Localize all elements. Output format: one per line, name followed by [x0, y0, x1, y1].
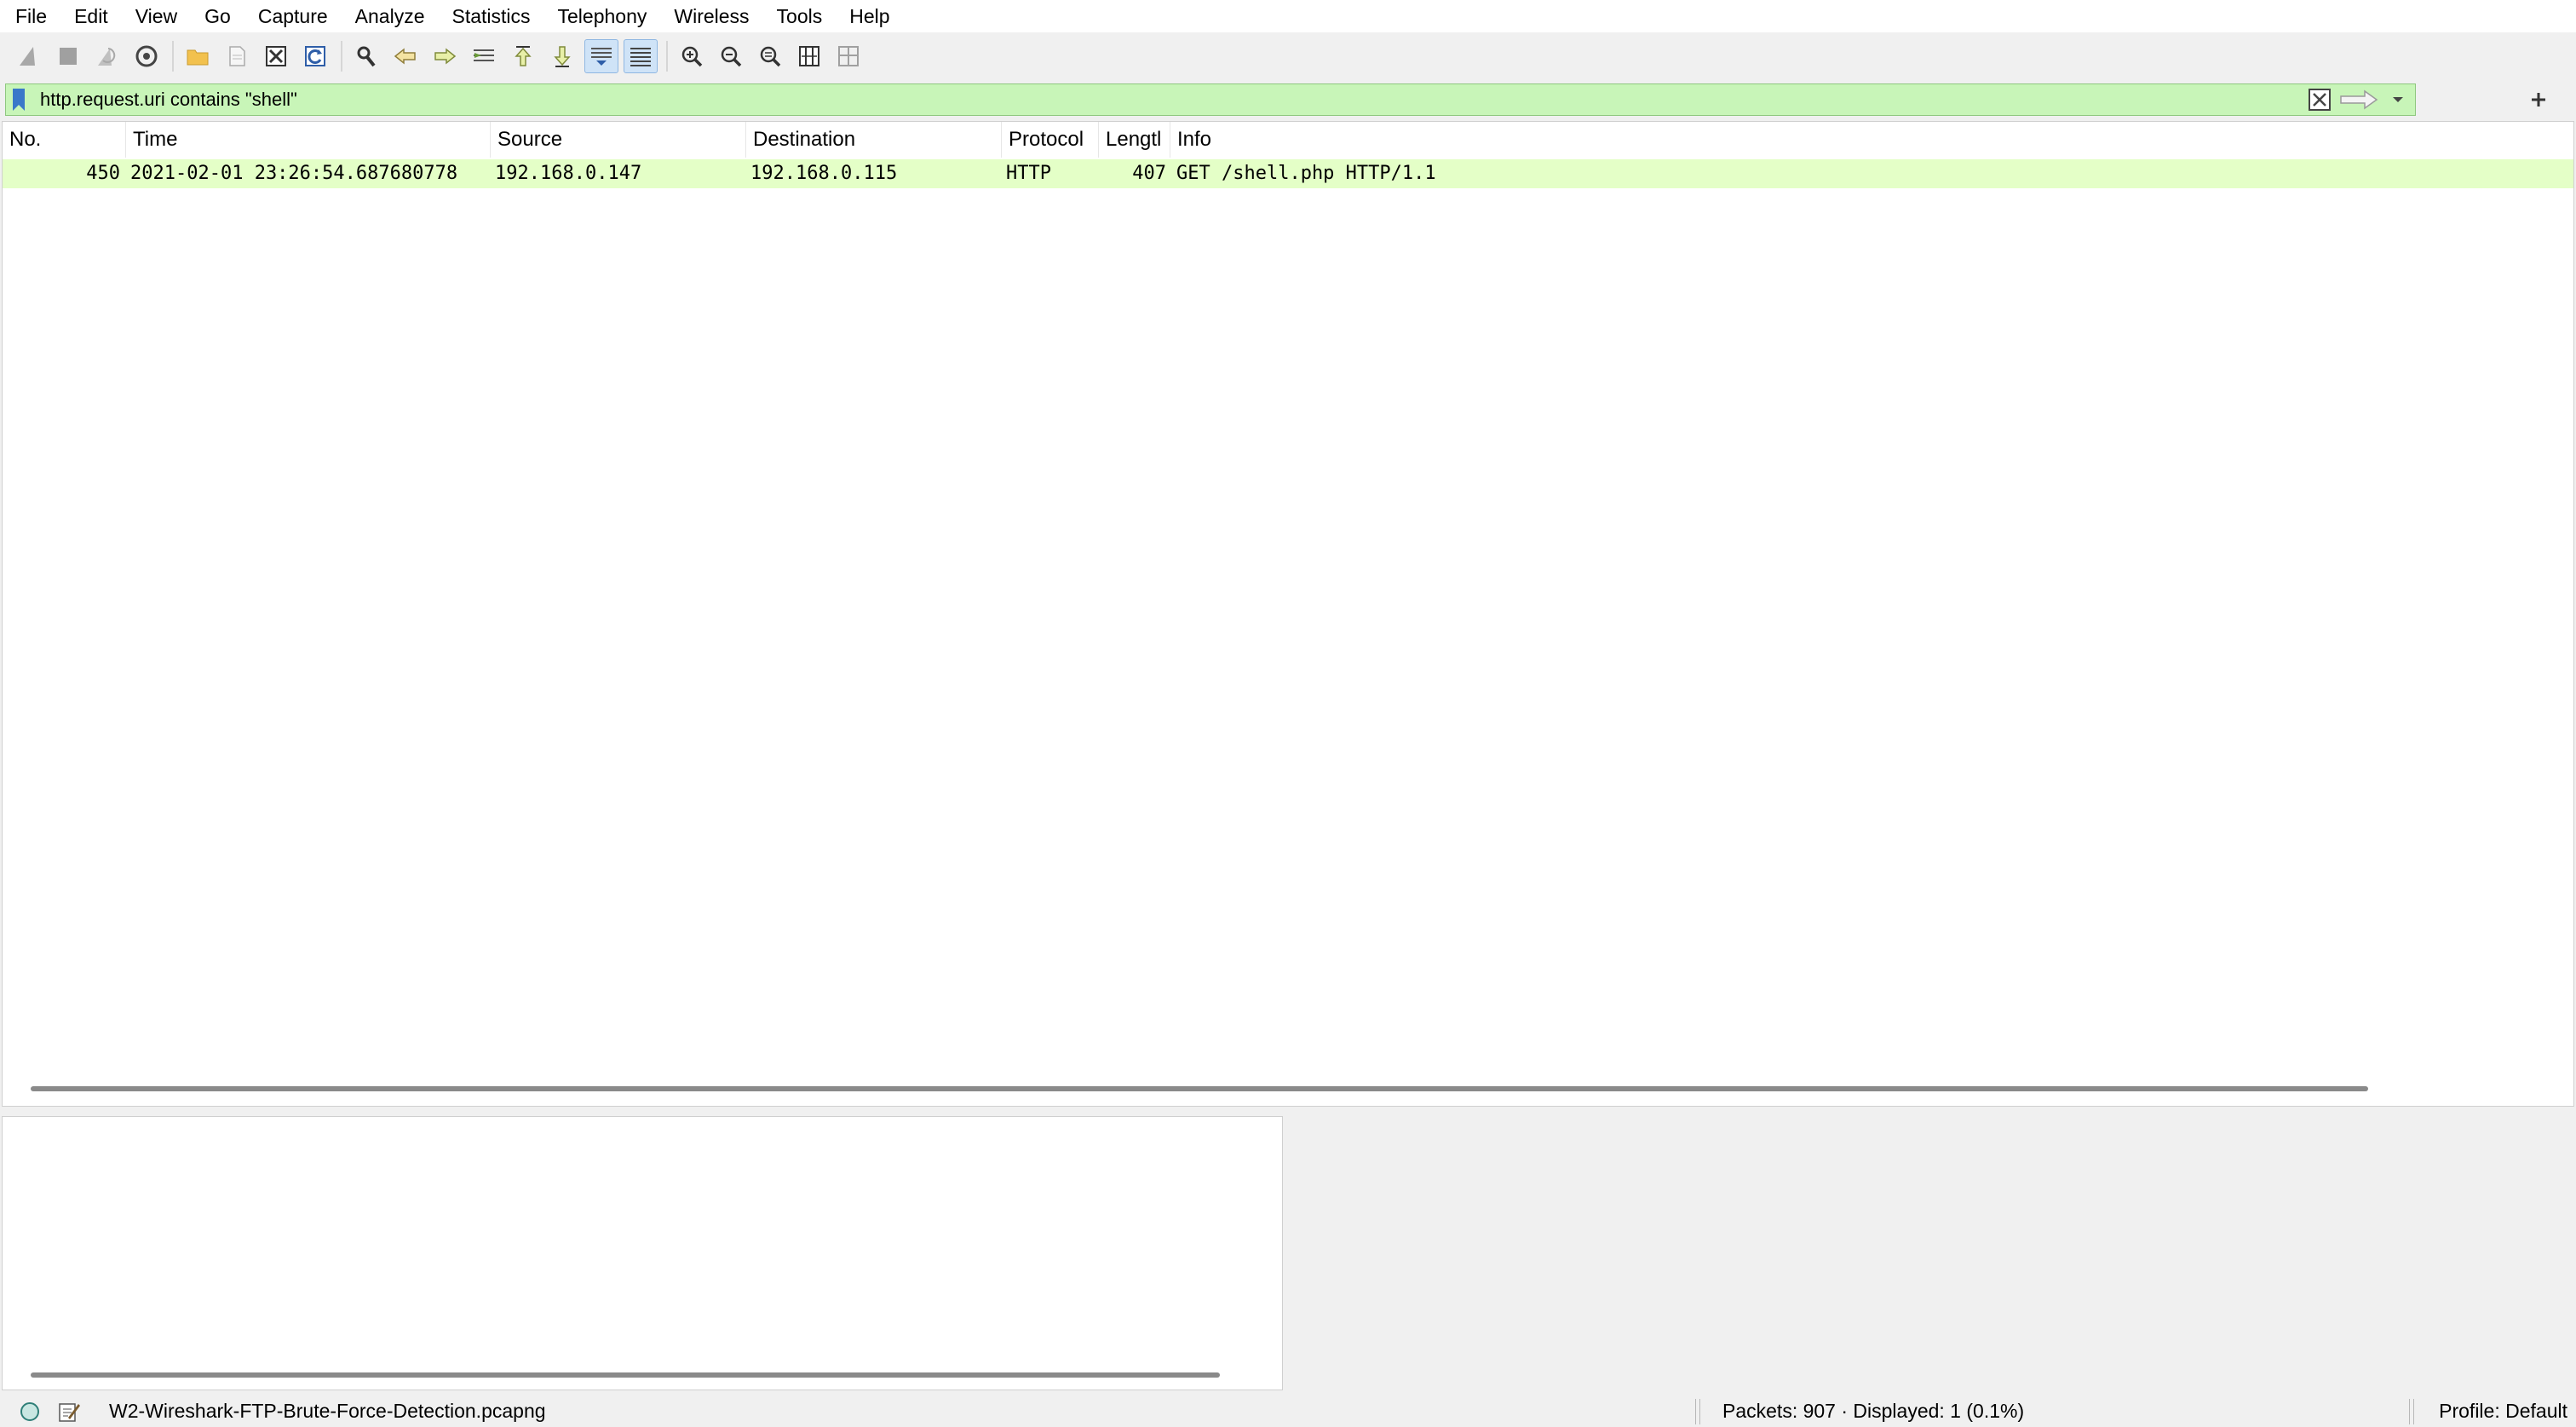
go-back-button[interactable] [388, 39, 423, 73]
packet-source: 192.168.0.147 [495, 163, 642, 184]
status-separator[interactable] [2409, 1399, 2414, 1424]
resize-columns-icon [799, 46, 819, 66]
status-profile[interactable]: Profile: Default [2439, 1395, 2567, 1427]
packet-details-pane[interactable] [2, 1116, 1283, 1390]
reload-icon [305, 46, 325, 66]
packet-destination: 192.168.0.115 [750, 163, 898, 184]
table-row[interactable]: 450 2021-02-01 23:26:54.687680778 192.16… [3, 159, 2573, 188]
plus-icon [2532, 93, 2545, 106]
arrow-right-icon [2340, 89, 2378, 110]
layout-panes-icon [838, 46, 859, 66]
zoom-in-button[interactable] [675, 39, 709, 73]
column-header-time[interactable]: Time [126, 122, 491, 158]
go-forward-button[interactable] [428, 39, 462, 73]
packet-protocol: HTTP [1006, 163, 1051, 184]
menu-file[interactable]: File [0, 0, 60, 32]
filter-bookmark-button[interactable] [6, 84, 32, 115]
packet-list-pane[interactable]: No. Time Source Destination Protocol Len… [2, 121, 2574, 1107]
go-forward-icon [434, 48, 457, 65]
toolbar-separator [666, 41, 668, 72]
save-file-icon [229, 46, 245, 66]
first-packet-button[interactable] [506, 39, 540, 73]
start-capture-button[interactable] [12, 39, 46, 73]
column-header-source[interactable]: Source [491, 122, 746, 158]
column-header-no[interactable]: No. [3, 122, 126, 158]
capture-options-gear-icon [135, 45, 158, 67]
close-file-button[interactable] [259, 39, 293, 73]
expert-info-status-icon[interactable] [19, 1401, 41, 1423]
menu-capture[interactable]: Capture [244, 0, 342, 32]
find-packet-button[interactable] [349, 39, 383, 73]
filter-history-dropdown[interactable] [2381, 84, 2415, 115]
layout-panes-button[interactable] [831, 39, 865, 73]
close-file-icon [266, 46, 286, 66]
zoom-out-icon [721, 46, 742, 67]
packet-time: 2021-02-01 23:26:54.687680778 [130, 163, 458, 184]
menu-help[interactable]: Help [836, 0, 903, 32]
last-packet-button[interactable] [545, 39, 579, 73]
packet-details-horizontal-scrollbar[interactable] [31, 1372, 1220, 1378]
packet-list-horizontal-scrollbar[interactable] [31, 1086, 2368, 1091]
apply-filter-button[interactable] [2337, 84, 2381, 115]
restart-fin-icon [98, 48, 116, 66]
normal-size-button[interactable] [753, 39, 787, 73]
column-header-destination[interactable]: Destination [746, 122, 1002, 158]
menu-edit[interactable]: Edit [60, 0, 122, 32]
packet-info: GET /shell.php HTTP/1.1 [1176, 163, 1436, 184]
auto-scroll-icon [591, 48, 612, 66]
stop-square-icon [60, 48, 77, 65]
zoom-out-button[interactable] [714, 39, 748, 73]
edit-comment-icon[interactable] [56, 1399, 82, 1424]
packet-no: 450 [86, 163, 120, 184]
open-folder-icon [187, 49, 209, 66]
add-filter-button[interactable] [2521, 83, 2556, 116]
menu-wireless[interactable]: Wireless [660, 0, 762, 32]
menu-tools[interactable]: Tools [763, 0, 837, 32]
colorize-icon [630, 48, 651, 66]
main-toolbar [0, 32, 2576, 80]
status-filename: W2-Wireshark-FTP-Brute-Force-Detection.p… [109, 1400, 546, 1422]
reload-file-button[interactable] [298, 39, 332, 73]
first-packet-icon [515, 46, 532, 66]
resize-columns-button[interactable] [792, 39, 826, 73]
status-separator[interactable] [1695, 1399, 1700, 1424]
clear-filter-button[interactable] [2303, 84, 2337, 115]
zoom-in-icon [681, 46, 703, 67]
normal-size-icon [760, 46, 781, 67]
toolbar-separator [341, 41, 342, 72]
column-header-length[interactable]: Lengtl [1099, 122, 1170, 158]
column-header-protocol[interactable]: Protocol [1002, 122, 1099, 158]
display-filter-input[interactable] [32, 84, 2303, 115]
go-back-icon [394, 48, 416, 65]
menu-go[interactable]: Go [191, 0, 244, 32]
packet-list-header: No. Time Source Destination Protocol Len… [3, 122, 2573, 158]
menu-telephony[interactable]: Telephony [544, 0, 661, 32]
save-file-button[interactable] [220, 39, 254, 73]
stop-capture-button[interactable] [51, 39, 85, 73]
status-bar: W2-Wireshark-FTP-Brute-Force-Detection.p… [0, 1395, 2576, 1427]
clear-x-icon [2309, 89, 2331, 111]
capture-options-button[interactable] [129, 39, 164, 73]
restart-capture-button[interactable] [90, 39, 124, 73]
open-file-button[interactable] [181, 39, 215, 73]
menu-statistics[interactable]: Statistics [438, 0, 543, 32]
go-to-packet-button[interactable] [467, 39, 501, 73]
shark-fin-start-icon [20, 47, 35, 66]
menu-bar: File Edit View Go Capture Analyze Statis… [0, 0, 2576, 32]
find-packet-icon [357, 46, 376, 67]
last-packet-icon [554, 46, 571, 67]
packet-length: 407 [1132, 163, 1166, 184]
chevron-down-icon [2393, 97, 2403, 102]
bookmark-icon [13, 89, 25, 111]
auto-scroll-button[interactable] [584, 39, 618, 73]
menu-view[interactable]: View [122, 0, 191, 32]
status-packet-count: Packets: 907 · Displayed: 1 (0.1%) [1722, 1400, 2025, 1422]
toolbar-separator [172, 41, 174, 72]
menu-analyze[interactable]: Analyze [342, 0, 439, 32]
colorize-button[interactable] [624, 39, 658, 73]
column-header-info[interactable]: Info [1170, 122, 2573, 158]
wireshark-window: File Edit View Go Capture Analyze Statis… [0, 0, 2576, 1427]
go-to-packet-icon [474, 49, 494, 61]
display-filter-bar [5, 83, 2416, 116]
